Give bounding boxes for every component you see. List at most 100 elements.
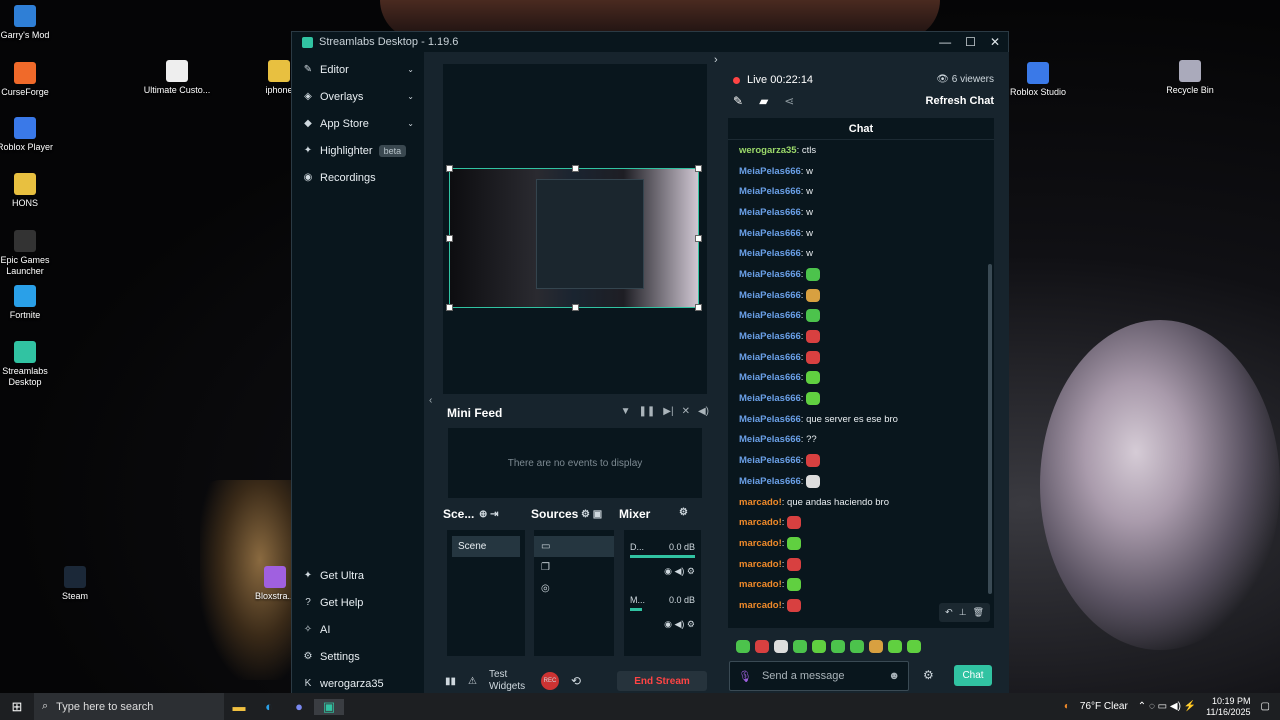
chat-username[interactable]: MeiaPelas666 <box>739 186 801 197</box>
chat-message[interactable]: MeiaPelas666: <box>728 285 982 306</box>
chat-message[interactable]: MeiaPelas666: <box>728 326 982 347</box>
emote-picker-icon[interactable] <box>907 640 921 653</box>
test-widgets-button[interactable]: Test Widgets <box>489 669 529 693</box>
source-display-icon[interactable]: ▭ <box>534 536 614 557</box>
resize-handle[interactable] <box>572 165 579 172</box>
sidebar-item[interactable]: ◈ Overlays ⌄ <box>292 83 424 110</box>
sidebar-item[interactable]: ✧ AI <box>292 616 424 643</box>
sidebar-item[interactable]: ? Get Help <box>292 589 424 616</box>
chat-message[interactable]: MeiaPelas666: w <box>728 161 982 182</box>
chat-username[interactable]: MeiaPelas666 <box>739 228 801 239</box>
chat-scrollbar[interactable] <box>988 264 992 594</box>
emote-picker-icon[interactable] <box>850 640 864 653</box>
end-stream-button[interactable]: End Stream <box>617 671 707 691</box>
refresh-chat-button[interactable]: Refresh Chat <box>926 95 994 107</box>
mute-alerts-icon[interactable]: ✕ <box>682 406 690 417</box>
chat-username[interactable]: MeiaPelas666 <box>739 290 801 301</box>
stream-preview[interactable] <box>443 64 707 394</box>
sidebar-item[interactable]: ⚙ Settings <box>292 643 424 670</box>
chat-username[interactable]: MeiaPelas666 <box>739 352 801 363</box>
minimize-button[interactable]: — <box>939 35 951 49</box>
resize-handle[interactable] <box>695 235 702 242</box>
volume-icon[interactable]: ◀) <box>698 406 709 417</box>
dashboard-icon[interactable]: ▰ <box>759 94 768 108</box>
undo-icon[interactable]: ↶ <box>945 607 953 618</box>
clock[interactable]: 10:19 PM 11/16/2025 <box>1206 696 1250 718</box>
tray-icons[interactable]: ⌃ ◌ ▭ ◀) ⚡ <box>1138 701 1196 712</box>
chat-username[interactable]: marcado! <box>739 559 782 570</box>
mixer-controls[interactable]: ◉ ◀) ⚙ <box>624 619 701 630</box>
chat-username[interactable]: marcado! <box>739 579 782 590</box>
sidebar-item[interactable]: ◆ App Store ⌄ <box>292 110 424 137</box>
source-tools-icons[interactable]: ⚙ ▣ <box>581 507 619 521</box>
chat-message[interactable]: marcado!: <box>728 533 982 554</box>
taskbar-search[interactable]: ⌕ Type here to search <box>34 693 224 720</box>
source-camera-icon[interactable]: ◎ <box>534 578 614 599</box>
file-explorer-icon[interactable]: ▬ <box>224 699 254 714</box>
close-button[interactable]: ✕ <box>990 35 1000 49</box>
discord-icon[interactable]: ● <box>284 699 314 714</box>
source-window-icon[interactable]: ❐ <box>534 557 614 578</box>
sidebar-item[interactable]: ✦ Get Ultra <box>292 562 424 589</box>
emote-picker-icon[interactable] <box>869 640 883 653</box>
streamlabs-taskbar-icon[interactable]: ▣ <box>314 698 344 715</box>
desktop-icon[interactable]: Ultimate Custo... <box>142 60 212 96</box>
desktop-icon[interactable]: Fortnite <box>0 285 60 321</box>
emote-picker-icon[interactable] <box>774 640 788 653</box>
chat-username[interactable]: MeiaPelas666 <box>739 476 801 487</box>
windows-start-icon[interactable]: ⊞ <box>0 699 34 715</box>
chat-message[interactable]: werogarza35: ctls <box>728 140 982 161</box>
mixer-controls[interactable]: ◉ ◀) ⚙ <box>624 566 701 577</box>
chat-username[interactable]: MeiaPelas666 <box>739 166 801 177</box>
resize-handle[interactable] <box>446 235 453 242</box>
chat-message[interactable]: MeiaPelas666: <box>728 347 982 368</box>
chat-message[interactable]: marcado!: que andas haciendo bro <box>728 492 982 513</box>
chat-message[interactable]: MeiaPelas666: w <box>728 243 982 264</box>
collapse-panel-icon[interactable]: › <box>714 54 718 66</box>
edit-icon[interactable]: ✎ <box>733 94 743 108</box>
stats-icon[interactable]: ▮▮ <box>445 676 456 687</box>
pin-icon[interactable]: ⊥ <box>959 607 967 618</box>
chat-username[interactable]: werogarza35 <box>739 145 797 156</box>
weather-label[interactable]: 76°F Clear <box>1080 701 1128 712</box>
chat-username[interactable]: MeiaPelas666 <box>739 455 801 466</box>
resize-handle[interactable] <box>446 165 453 172</box>
mic-icon[interactable]: 🎙 <box>738 670 752 683</box>
chat-username[interactable]: MeiaPelas666 <box>739 248 801 259</box>
desktop-icon[interactable]: Roblox Player <box>0 117 60 153</box>
chat-message[interactable]: MeiaPelas666: ?? <box>728 430 982 451</box>
emote-picker-icon[interactable] <box>812 640 826 653</box>
desktop-icon[interactable]: HONS <box>0 173 60 209</box>
chat-message[interactable]: MeiaPelas666: que server es ese bro <box>728 409 982 430</box>
chat-message[interactable]: MeiaPelas666: <box>728 471 982 492</box>
chat-username[interactable]: MeiaPelas666 <box>739 331 801 342</box>
notifications-icon[interactable]: ▢ <box>1261 701 1270 712</box>
filter-icon[interactable]: ▼ <box>621 406 631 417</box>
mixer-settings-icon[interactable]: ⚙ <box>679 507 688 521</box>
chat-message[interactable]: marcado!: <box>728 512 982 533</box>
pause-icon[interactable]: ❚❚ <box>639 406 656 417</box>
scene-tools-icons[interactable]: ⊕ ⇥ <box>479 507 531 521</box>
maximize-button[interactable]: ☐ <box>965 35 976 49</box>
desktop-icon[interactable]: CurseForge <box>0 62 60 98</box>
preview-source-frame[interactable] <box>446 165 702 311</box>
collapse-sidebar-icon[interactable]: ‹ <box>429 395 432 406</box>
desktop-icon[interactable]: Recycle Bin <box>1155 60 1225 96</box>
chat-message[interactable]: MeiaPelas666: <box>728 388 982 409</box>
chat-username[interactable]: marcado! <box>739 497 782 508</box>
sidebar-item[interactable]: ✎ Editor ⌄ <box>292 56 424 83</box>
resize-handle[interactable] <box>572 304 579 311</box>
chat-username[interactable]: MeiaPelas666 <box>739 207 801 218</box>
scene-item[interactable]: Scene <box>452 536 520 557</box>
chat-username[interactable]: marcado! <box>739 538 782 549</box>
chat-username[interactable]: MeiaPelas666 <box>739 310 801 321</box>
emote-picker-icon[interactable] <box>831 640 845 653</box>
emoji-icon[interactable]: ☻ <box>888 670 900 682</box>
chat-message[interactable]: MeiaPelas666: w <box>728 181 982 202</box>
edge-icon[interactable]: ◐ <box>254 699 284 714</box>
rec-button[interactable]: REC <box>540 672 559 690</box>
chat-message[interactable]: MeiaPelas666: w <box>728 202 982 223</box>
chat-username[interactable]: MeiaPelas666 <box>739 393 801 404</box>
chat-message[interactable]: MeiaPelas666: <box>728 450 982 471</box>
desktop-icon[interactable]: Epic Games Launcher <box>0 230 60 277</box>
